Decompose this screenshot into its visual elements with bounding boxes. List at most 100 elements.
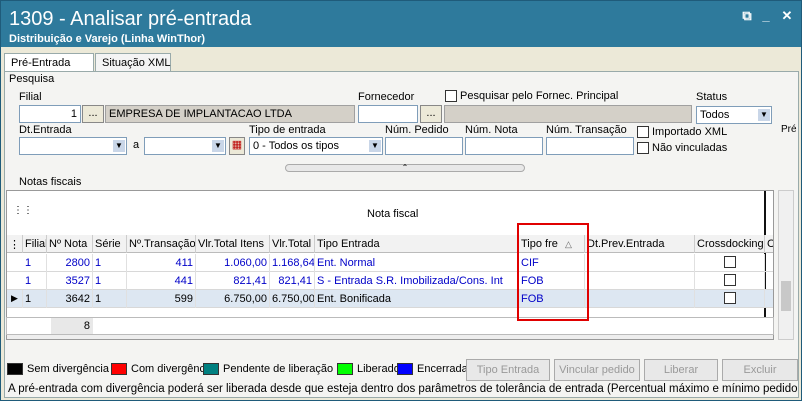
close-icon[interactable]: ✕	[780, 9, 794, 23]
filial-lookup-button[interactable]: ...	[82, 105, 104, 123]
group-panel: ⋮⋮ Nota fiscal	[7, 191, 773, 339]
num-nota-label: Núm. Nota	[465, 124, 518, 136]
fornecedor-input[interactable]	[358, 105, 418, 123]
company-name-field: EMPRESA DE IMPLANTACAO LTDA	[105, 105, 355, 123]
cell-transacao: 411	[127, 254, 196, 272]
grid-footer: 8	[6, 317, 774, 335]
cell-crossdocking	[695, 254, 765, 272]
cell-vlr-itens: 821,41	[196, 272, 270, 290]
tab-situacao-xml[interactable]: Situação XML	[95, 53, 171, 72]
side-tab-label[interactable]: Pré	[781, 124, 797, 135]
cell-filial: 1	[23, 272, 47, 290]
search-section-label: Pesquisa	[9, 73, 55, 85]
crossdocking-checkbox[interactable]	[724, 274, 736, 286]
legend-swatch-sem	[7, 363, 23, 375]
col-transacao[interactable]: Nº.Transação	[127, 235, 196, 253]
status-value: Todos	[700, 109, 730, 121]
cell-tipo-entrada: Ent. Normal	[315, 254, 519, 272]
cell-dt-prev	[585, 254, 695, 272]
chevron-down-icon: ▼	[369, 140, 381, 152]
num-nota-input[interactable]	[465, 137, 543, 155]
table-row[interactable]: 1 3527 1 441 821,41 821,41 S - Entrada S…	[7, 272, 773, 290]
vincular-pedido-button[interactable]: Vincular pedido	[554, 359, 640, 381]
tipo-entrada-select[interactable]: 0 - Todos os tipos ▼	[249, 137, 383, 155]
crossdocking-checkbox[interactable]	[724, 256, 736, 268]
col-serie[interactable]: Série	[93, 235, 127, 253]
notas-fiscais-label: Notas fiscais	[19, 176, 82, 188]
cell-crossdocking	[695, 290, 765, 308]
date-range-separator: a	[133, 139, 140, 151]
col-vlr-itens[interactable]: Vlr.Total Itens	[196, 235, 270, 253]
group-header: Nota fiscal	[367, 208, 419, 220]
scrollbar-thumb[interactable]	[781, 281, 791, 311]
cell-nota: 3642	[47, 290, 93, 308]
fornecedor-label: Fornecedor	[358, 91, 415, 103]
col-nota[interactable]: Nº Nota	[47, 235, 93, 253]
minimize-icon[interactable]: _	[759, 9, 773, 23]
cell-tipo-entrada: S - Entrada S.R. Imobilizada/Cons. Int	[315, 272, 519, 290]
title-bar: 1309 - Analisar pré-entrada Distribuição…	[1, 1, 801, 47]
cell-vlr-itens: 6.750,00	[196, 290, 270, 308]
crossdocking-checkbox[interactable]	[724, 292, 736, 304]
cell-serie: 1	[93, 290, 127, 308]
col-filial[interactable]: Filial	[23, 235, 47, 253]
legend-swatch-liberado	[337, 363, 353, 375]
legend-swatch-encerrada	[397, 363, 413, 375]
table-row-selected[interactable]: ▶ 1 3642 1 599 6.750,00 6.750,00 Ent. Bo…	[7, 290, 773, 308]
collapse-handle[interactable]: ⌃	[285, 164, 525, 172]
chevron-down-icon: ▼	[113, 140, 125, 152]
filial-label: Filial	[19, 91, 42, 103]
filial-input[interactable]: 1	[19, 105, 81, 123]
fornecedor-lookup-button[interactable]: ...	[420, 105, 442, 123]
grid-menu-icon[interactable]: ⋮⋮	[13, 205, 33, 216]
tipo-entrada-button[interactable]: Tipo Entrada	[466, 359, 550, 381]
importado-xml-checkbox[interactable]	[637, 126, 649, 138]
restore-icon[interactable]: ⧉	[740, 9, 754, 23]
tab-pre-entrada[interactable]: Pré-Entrada	[4, 53, 94, 73]
cell-transacao: 599	[127, 290, 196, 308]
chevron-down-icon: ▼	[212, 140, 224, 152]
cell-crossdocking	[695, 272, 765, 290]
dt-entrada-end-input[interactable]: ▼	[144, 137, 226, 155]
calendar-icon[interactable]: ▦	[229, 137, 245, 155]
num-transacao-label: Núm. Transação	[546, 124, 627, 136]
column-chooser-icon[interactable]: ⋮⋮	[7, 235, 23, 253]
dt-entrada-start-input[interactable]: ▼	[19, 137, 127, 155]
pesquisar-fornec-label: Pesquisar pelo Fornec. Principal	[460, 90, 619, 102]
nao-vinculadas-checkbox[interactable]	[637, 142, 649, 154]
cell-filial: 1	[23, 254, 47, 272]
col-vlr-total[interactable]: Vlr.Total	[270, 235, 315, 253]
cell-vlr-total: 821,41	[270, 272, 315, 290]
cell-serie: 1	[93, 254, 127, 272]
pesquisar-fornec-checkbox[interactable]	[445, 90, 457, 102]
liberar-button[interactable]: Liberar	[644, 359, 718, 381]
nao-vinculadas-label: Não vinculadas	[652, 142, 728, 154]
table-row[interactable]: 1 2800 1 411 1.060,00 1.168,64 Ent. Norm…	[7, 254, 773, 272]
dt-entrada-label: Dt.Entrada	[19, 124, 72, 136]
num-pedido-input[interactable]	[385, 137, 463, 155]
cell-dt-prev	[585, 272, 695, 290]
cell-serie: 1	[93, 272, 127, 290]
cell-nota: 3527	[47, 272, 93, 290]
legend-liberado: Liberado	[357, 363, 400, 375]
vertical-scrollbar[interactable]	[778, 190, 794, 340]
excluir-button[interactable]: Excluir	[722, 359, 798, 381]
col-co[interactable]: Co	[765, 235, 773, 253]
num-transacao-input[interactable]	[546, 137, 634, 155]
cell-dt-prev	[585, 290, 695, 308]
legend-encerrada: Encerrada	[417, 363, 468, 375]
chevron-down-icon: ▼	[758, 109, 770, 121]
cell-transacao: 441	[127, 272, 196, 290]
cell-vlr-itens: 1.060,00	[196, 254, 270, 272]
cell-nota: 2800	[47, 254, 93, 272]
legend-swatch-com	[111, 363, 127, 375]
status-select[interactable]: Todos ▼	[696, 106, 772, 124]
app-window: 1309 - Analisar pré-entrada Distribuição…	[0, 0, 802, 401]
col-crossdocking[interactable]: Crossdocking	[695, 235, 765, 253]
importado-xml-label: Importado XML	[652, 126, 728, 138]
cell-vlr-total: 1.168,64	[270, 254, 315, 272]
col-dt-prev[interactable]: Dt.Prev.Entrada	[585, 235, 695, 253]
legend-sem: Sem divergência	[27, 363, 109, 375]
col-tipo-entrada[interactable]: Tipo Entrada	[315, 235, 519, 253]
fornecedor-name-field	[444, 105, 692, 123]
